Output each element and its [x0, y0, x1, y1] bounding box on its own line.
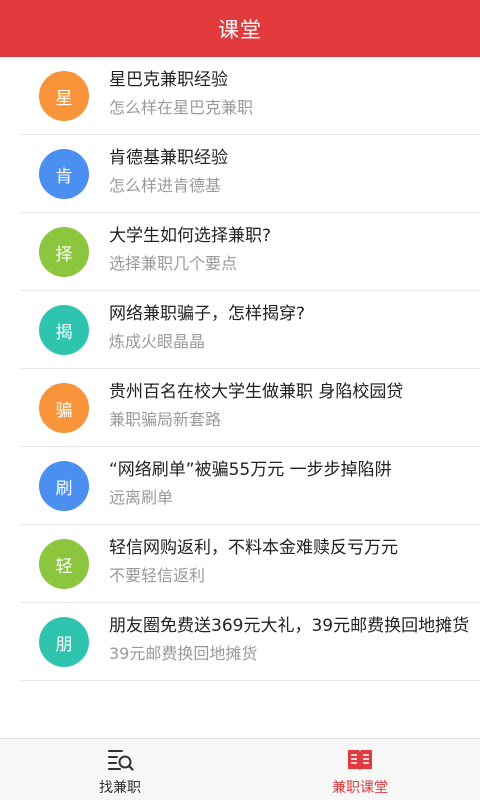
tab-job-class[interactable]: 兼职课堂	[240, 739, 480, 800]
article-list: 星 星巴克兼职经验 怎么样在星巴克兼职 肯 肯德基兼职经验 怎么样进肯德基 择 …	[0, 57, 480, 681]
list-item-badge: 择	[39, 227, 89, 277]
list-item-texts: 贵州百名在校大学生做兼职 身陷校园贷 兼职骗局新套路	[109, 380, 474, 431]
list-item[interactable]: 择 大学生如何选择兼职? 选择兼职几个要点	[0, 213, 480, 291]
tab-label: 找兼职	[99, 780, 141, 796]
list-item-badge: 轻	[39, 539, 89, 589]
list-item-texts: 朋友圈免费送369元大礼，39元邮费换回地摊货 39元邮费换回地摊货	[109, 614, 474, 665]
list-item-title: “网络刷单”被骗55万元 一步步掉陷阱	[109, 460, 392, 480]
page-title: 课堂	[218, 17, 262, 42]
list-item[interactable]: 肯 肯德基兼职经验 怎么样进肯德基	[0, 135, 480, 213]
list-item-subtitle: 选择兼职几个要点	[109, 254, 238, 273]
list-item-subtitle: 不要轻信返利	[109, 566, 206, 585]
tab-label: 兼职课堂	[332, 780, 388, 796]
list-item-texts: 轻信网购返利，不料本金难赎反亏万元 不要轻信返利	[109, 536, 474, 587]
list-item[interactable]: 刷 “网络刷单”被骗55万元 一步步掉陷阱 远离刷单	[0, 447, 480, 525]
list-item-texts: 大学生如何选择兼职? 选择兼职几个要点	[109, 224, 474, 275]
list-item-subtitle: 远离刷单	[109, 488, 174, 507]
header-bar: 课堂	[0, 0, 480, 57]
list-item-texts: 肯德基兼职经验 怎么样进肯德基	[109, 146, 474, 197]
list-item-badge: 揭	[39, 305, 89, 355]
list-item[interactable]: 轻 轻信网购返利，不料本金难赎反亏万元 不要轻信返利	[0, 525, 480, 603]
list-item-subtitle: 怎么样进肯德基	[109, 176, 222, 195]
search-list-icon	[108, 750, 134, 771]
app-root: 课堂 星 星巴克兼职经验 怎么样在星巴克兼职 肯 肯德基兼职经验 怎么样进肯德基…	[0, 0, 480, 800]
list-item-subtitle: 炼成火眼晶晶	[109, 332, 206, 351]
list-item-subtitle: 怎么样在星巴克兼职	[109, 98, 254, 117]
list-item-title: 贵州百名在校大学生做兼职 身陷校园贷	[109, 382, 404, 402]
book-icon	[348, 750, 372, 771]
list-item-badge: 骗	[39, 383, 89, 433]
list-item[interactable]: 骗 贵州百名在校大学生做兼职 身陷校园贷 兼职骗局新套路	[0, 369, 480, 447]
list-item-badge: 星	[39, 71, 89, 121]
list-item-title: 朋友圈免费送369元大礼，39元邮费换回地摊货	[109, 616, 470, 636]
list-item-title: 星巴克兼职经验	[109, 70, 228, 90]
list-item-subtitle: 39元邮费换回地摊货	[109, 644, 258, 663]
list-item[interactable]: 星 星巴克兼职经验 怎么样在星巴克兼职	[0, 57, 480, 135]
list-item-texts: 星巴克兼职经验 怎么样在星巴克兼职	[109, 68, 474, 119]
list-item-badge: 肯	[39, 149, 89, 199]
list-item-subtitle: 兼职骗局新套路	[109, 410, 222, 429]
tab-find-job[interactable]: 找兼职	[0, 739, 240, 800]
list-item-title: 大学生如何选择兼职?	[109, 226, 272, 246]
list-item-badge: 刷	[39, 461, 89, 511]
list-item-badge: 朋	[39, 617, 89, 667]
list-item[interactable]: 朋 朋友圈免费送369元大礼，39元邮费换回地摊货 39元邮费换回地摊货	[0, 603, 480, 681]
list-item[interactable]: 揭 网络兼职骗子，怎样揭穿? 炼成火眼晶晶	[0, 291, 480, 369]
list-item-texts: 网络兼职骗子，怎样揭穿? 炼成火眼晶晶	[109, 302, 474, 353]
list-item-title: 肯德基兼职经验	[109, 148, 228, 168]
list-item-title: 轻信网购返利，不料本金难赎反亏万元	[109, 538, 398, 558]
list-item-texts: “网络刷单”被骗55万元 一步步掉陷阱 远离刷单	[109, 458, 474, 509]
list-item-title: 网络兼职骗子，怎样揭穿?	[109, 304, 306, 324]
bottom-tab-bar: 找兼职 兼职课堂	[0, 738, 480, 800]
